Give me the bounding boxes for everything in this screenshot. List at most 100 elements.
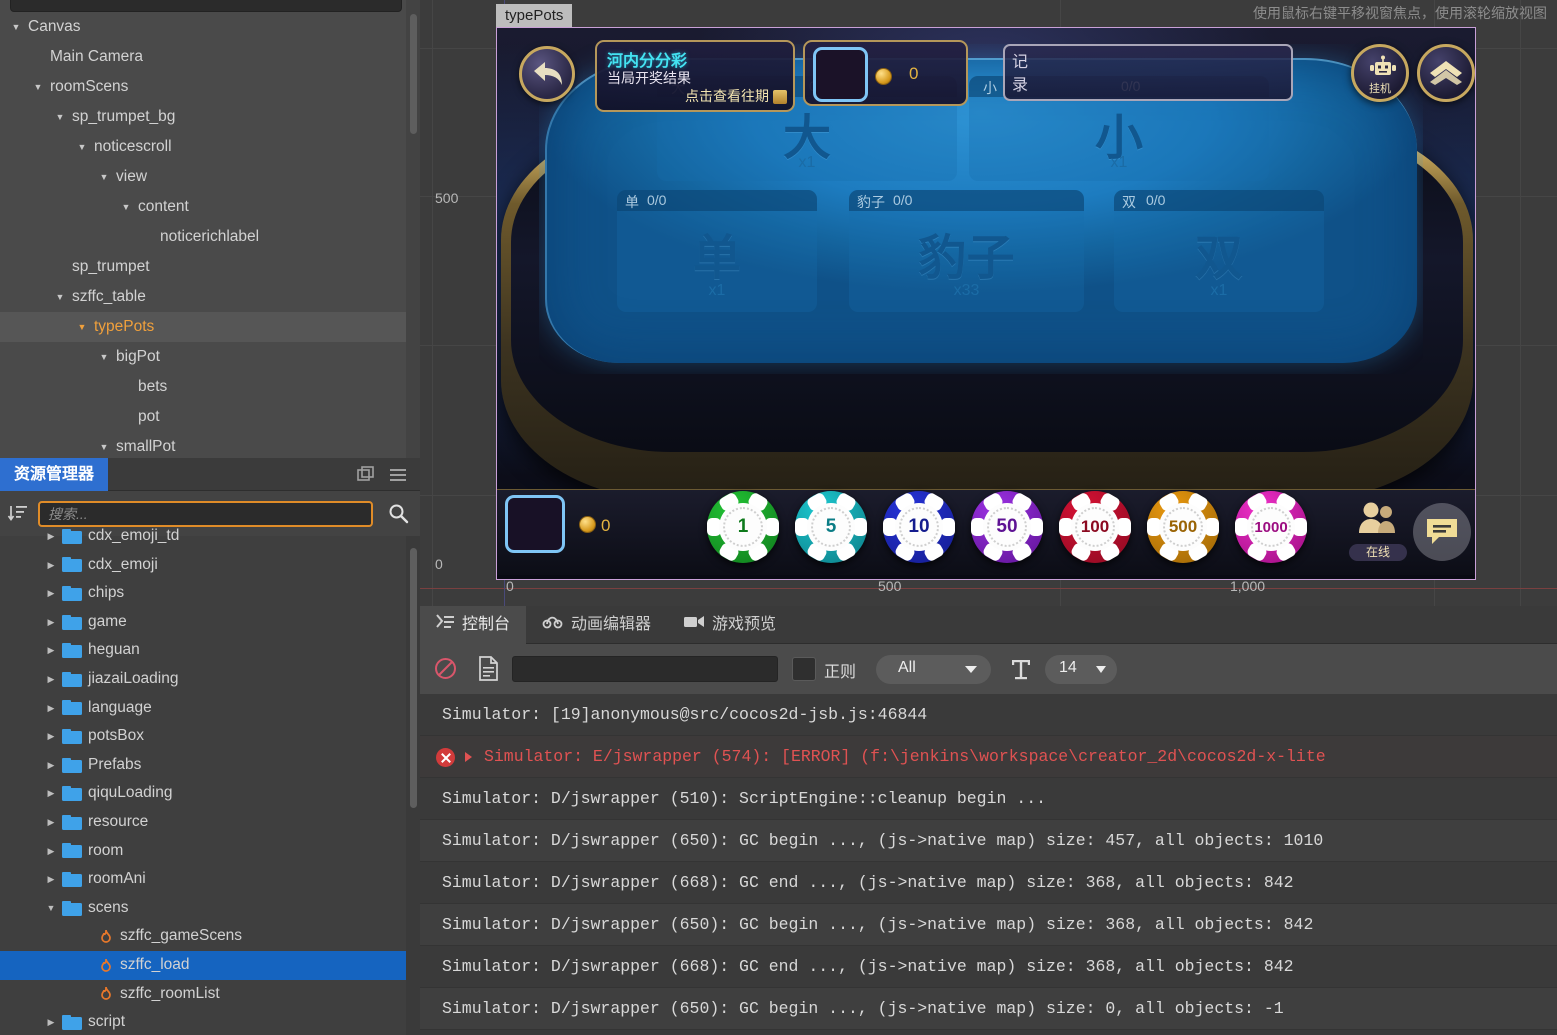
chevron-down-icon[interactable]: ▼ <box>44 894 58 923</box>
chevron-down-icon[interactable]: ▼ <box>52 282 68 312</box>
chevron-right-icon[interactable]: ▶ <box>44 522 58 551</box>
hierarchy-node-sp_trumpet_bg[interactable]: ▼ sp_trumpet_bg <box>0 102 406 132</box>
chevron-right-icon[interactable]: ▶ <box>44 579 58 608</box>
chip-500[interactable]: 500 <box>1147 491 1219 563</box>
log-row[interactable]: Simulator: D/jswrapper (650): GC begin .… <box>420 988 1557 1030</box>
chevron-down-icon[interactable]: ▼ <box>96 342 112 372</box>
chip-50[interactable]: 50 <box>971 491 1043 563</box>
chevron-right-icon[interactable]: ▶ <box>44 808 58 837</box>
hierarchy-node-content[interactable]: ▼ content <box>0 192 406 222</box>
asset-item-roomani[interactable]: ▶ roomAni <box>0 865 406 894</box>
hierarchy-node-view[interactable]: ▼ view <box>0 162 406 192</box>
chip-1000[interactable]: 1000 <box>1235 491 1307 563</box>
chevron-right-icon[interactable]: ▶ <box>44 1008 58 1035</box>
lottery-history-link[interactable]: 点击查看往期 <box>685 86 769 106</box>
log-row[interactable]: Simulator: D/jswrapper (650): GC begin .… <box>420 904 1557 946</box>
asset-item-resource[interactable]: ▶ resource <box>0 808 406 837</box>
assets-scrollbar-thumb[interactable] <box>410 548 417 808</box>
menu-icon[interactable] <box>388 465 408 485</box>
asset-item-scens[interactable]: ▼ scens <box>0 894 406 923</box>
chip-1[interactable]: 1 <box>707 491 779 563</box>
console-filter-input[interactable] <box>512 656 778 682</box>
asset-item-chips[interactable]: ▶ chips <box>0 579 406 608</box>
chevron-right-icon[interactable]: ▶ <box>44 837 58 866</box>
chevron-right-icon[interactable]: ▶ <box>44 779 58 808</box>
scene-view[interactable]: 500 0 0 500 1,000 使用鼠标右键平移视窗焦点，使用滚轮缩放视图 … <box>420 0 1557 606</box>
asset-item-potsbox[interactable]: ▶ potsBox <box>0 722 406 751</box>
hierarchy-node-bigpot[interactable]: ▼ bigPot <box>0 342 406 372</box>
hierarchy-scrollbar-thumb[interactable] <box>410 14 417 134</box>
lottery-title-card[interactable]: 河内分分彩 当局开奖结果 点击查看往期 <box>595 40 795 112</box>
chevron-down-icon[interactable]: ▼ <box>74 132 90 162</box>
hierarchy-node-main camera[interactable]: ·Main Camera <box>0 42 406 72</box>
chevron-right-icon[interactable]: ▶ <box>44 551 58 580</box>
tab-camera[interactable]: 游戏预览 <box>667 606 792 644</box>
avatar[interactable] <box>813 47 868 102</box>
chevron-down-icon[interactable]: ▼ <box>96 432 112 456</box>
sort-icon[interactable] <box>7 502 29 524</box>
hierarchy-node-pot[interactable]: ·pot <box>0 402 406 432</box>
collapse-up-button[interactable] <box>1417 44 1475 102</box>
hierarchy-node-typepots[interactable]: ▼ typePots <box>0 312 406 342</box>
game-canvas-preview[interactable]: 大 0/0 大 x1 小 0/0 小 x1 <box>496 27 1476 580</box>
chevron-right-icon[interactable]: ▶ <box>44 722 58 751</box>
chevron-down-icon[interactable]: ▼ <box>52 102 68 132</box>
hierarchy-node-szffc_table[interactable]: ▼ szffc_table <box>0 282 406 312</box>
asset-item-script[interactable]: ▶ script <box>0 1008 406 1035</box>
asset-item-game[interactable]: ▶ game <box>0 608 406 637</box>
chevron-right-icon[interactable]: ▶ <box>44 751 58 780</box>
tab-animation[interactable]: 动画编辑器 <box>526 606 667 644</box>
auto-play-button[interactable]: 挂机 <box>1351 44 1409 102</box>
expand-arrow-icon[interactable] <box>465 752 472 762</box>
hierarchy-node-sp_trumpet[interactable]: ·sp_trumpet <box>0 252 406 282</box>
chip-10[interactable]: 10 <box>883 491 955 563</box>
record-bar[interactable]: 记 录 <box>1003 44 1293 101</box>
search-icon[interactable] <box>388 503 409 524</box>
chat-button[interactable] <box>1413 503 1471 561</box>
asset-item-prefabs[interactable]: ▶ Prefabs <box>0 751 406 780</box>
back-button[interactable] <box>519 46 575 102</box>
log-row[interactable]: Simulator: D/jswrapper (668): GC end ...… <box>420 946 1557 988</box>
chevron-down-icon[interactable]: ▼ <box>8 12 24 42</box>
tab-assets[interactable]: 资源管理器 <box>0 458 109 491</box>
hierarchy-search-input[interactable] <box>10 0 402 12</box>
hierarchy-node-roomscens[interactable]: ▼ roomScens <box>0 72 406 102</box>
hierarchy-node-smallpot[interactable]: ▼ smallPot <box>0 432 406 456</box>
chip-5[interactable]: 5 <box>795 491 867 563</box>
chevron-down-icon[interactable]: ▼ <box>30 72 46 102</box>
asset-item-cdx_emoji[interactable]: ▶ cdx_emoji <box>0 551 406 580</box>
hierarchy-node-noticescroll[interactable]: ▼ noticescroll <box>0 132 406 162</box>
chevron-right-icon[interactable]: ▶ <box>44 865 58 894</box>
asset-item-cdx_emoji_td[interactable]: ▶ cdx_emoji_td <box>0 522 406 551</box>
popout-icon[interactable] <box>356 465 376 485</box>
chevron-down-icon[interactable]: ▼ <box>96 162 112 192</box>
chevron-down-icon[interactable]: ▼ <box>74 312 90 342</box>
font-size-select[interactable]: 14 <box>1045 655 1117 684</box>
asset-item-heguan[interactable]: ▶ heguan <box>0 636 406 665</box>
log-row[interactable]: Simulator: D/jswrapper (650): GC begin .… <box>420 820 1557 862</box>
hierarchy-node-canvas[interactable]: ▼ Canvas <box>0 12 406 42</box>
chevron-right-icon[interactable]: ▶ <box>44 665 58 694</box>
regex-checkbox[interactable] <box>792 657 816 681</box>
tab-console[interactable]: 控制台 <box>420 606 527 644</box>
asset-item-szffc_roomlist[interactable]: · szffc_roomList <box>0 980 406 1009</box>
chevron-right-icon[interactable]: ▶ <box>44 694 58 723</box>
bet-zone-even[interactable]: 双 0/0 双 x1 <box>1114 190 1324 312</box>
chevron-right-icon[interactable]: ▶ <box>44 636 58 665</box>
log-row[interactable]: Simulator: [19]anonymous@src/cocos2d-jsb… <box>420 694 1557 736</box>
log-row[interactable]: Simulator: E/jswrapper (574): [ERROR] (f… <box>420 736 1557 778</box>
bet-zone-triple[interactable]: 豹子 0/0 豹子 x33 <box>849 190 1084 312</box>
chevron-right-icon[interactable]: ▶ <box>44 608 58 637</box>
chip-100[interactable]: 100 <box>1059 491 1131 563</box>
clear-console-button[interactable] <box>434 657 457 680</box>
hierarchy-node-noticerichlabel[interactable]: ·noticerichlabel <box>0 222 406 252</box>
asset-item-szffc_gamescens[interactable]: · szffc_gameScens <box>0 922 406 951</box>
bet-zone-odd[interactable]: 单 0/0 单 x1 <box>617 190 817 312</box>
asset-item-language[interactable]: ▶ language <box>0 694 406 723</box>
asset-item-jiazailoading[interactable]: ▶ jiazaiLoading <box>0 665 406 694</box>
log-level-select[interactable]: All <box>876 655 991 684</box>
log-file-button[interactable] <box>478 656 499 681</box>
online-players-button[interactable]: 在线 <box>1349 499 1407 561</box>
log-row[interactable]: Simulator: D/jswrapper (668): GC end ...… <box>420 862 1557 904</box>
console-log-list[interactable]: Simulator: [19]anonymous@src/cocos2d-jsb… <box>420 694 1557 1035</box>
